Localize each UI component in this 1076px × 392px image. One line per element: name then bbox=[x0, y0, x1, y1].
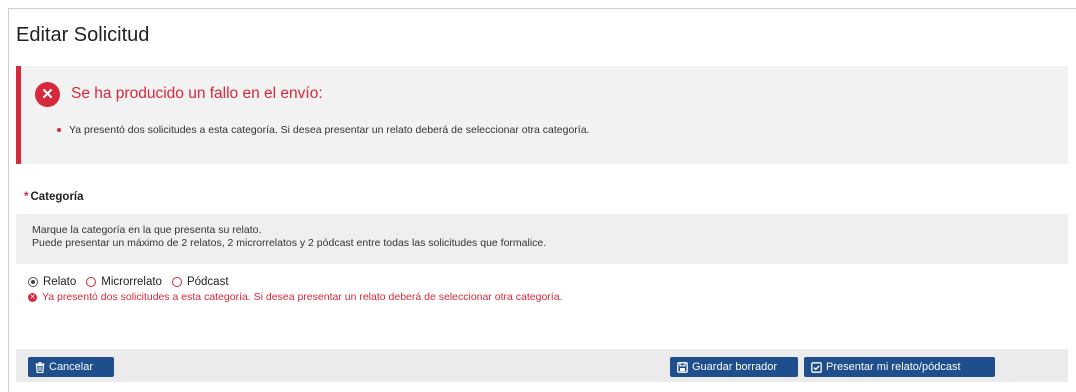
error-list: Ya presentó dos solicitudes a esta categ… bbox=[57, 124, 589, 136]
category-field-label: * Categoría bbox=[24, 191, 84, 203]
error-list-item-text: Ya presentó dos solicitudes a esta categ… bbox=[69, 124, 590, 136]
save-draft-button-label: Guardar borrador bbox=[692, 361, 777, 373]
radio-label: Relato bbox=[43, 276, 77, 288]
category-help-box: Marque la categoría en la que presenta s… bbox=[16, 214, 1068, 264]
category-radio-group: Relato Microrrelato Pódcast bbox=[28, 276, 239, 288]
radio-relato[interactable]: Relato bbox=[28, 276, 76, 288]
error-list-item: Ya presentó dos solicitudes a esta categ… bbox=[57, 124, 589, 136]
error-circle-icon: ✕ bbox=[35, 82, 60, 107]
submit-button-label: Presentar mi relato/pódcast bbox=[826, 361, 961, 373]
cancel-button[interactable]: Cancelar bbox=[28, 357, 114, 377]
category-label-text: Categoría bbox=[30, 191, 84, 203]
category-error-text: Ya presentó dos solicitudes a esta categ… bbox=[42, 291, 563, 303]
error-summary-box: ✕ Se ha producido un fallo en el envío: … bbox=[16, 66, 1068, 164]
radio-checked-icon[interactable] bbox=[28, 277, 38, 287]
radio-unchecked-icon[interactable] bbox=[171, 277, 182, 287]
radio-label: Microrrelato bbox=[101, 276, 162, 288]
radio-microrrelato[interactable]: Microrrelato bbox=[86, 276, 162, 288]
save-icon bbox=[677, 361, 688, 373]
bullet-icon bbox=[57, 128, 61, 132]
cancel-button-label: Cancelar bbox=[49, 361, 94, 373]
error-heading: Se ha producido un fallo en el envío: bbox=[71, 85, 323, 102]
category-field-error: ✕ Ya presentó dos solicitudes a esta cat… bbox=[28, 291, 562, 303]
error-circle-icon: ✕ bbox=[28, 292, 37, 302]
radio-podcast[interactable]: Pódcast bbox=[171, 276, 229, 288]
radio-label: Pódcast bbox=[186, 276, 229, 288]
page-title: Editar Solicitud bbox=[16, 24, 150, 46]
submit-button[interactable]: Presentar mi relato/pódcast bbox=[804, 357, 995, 377]
save-draft-button[interactable]: Guardar borrador bbox=[670, 357, 798, 377]
form-footer: Cancelar Guardar borrador Presentar mi r… bbox=[16, 349, 1068, 382]
trash-icon bbox=[35, 361, 45, 373]
radio-unchecked-icon[interactable] bbox=[86, 277, 97, 287]
help-text-line: Puede presentar un máximo de 2 relatos, … bbox=[32, 237, 547, 249]
checkbox-check-icon bbox=[811, 361, 822, 373]
help-text-line: Marque la categoría en la que presenta s… bbox=[32, 224, 262, 236]
required-marker: * bbox=[24, 191, 29, 203]
